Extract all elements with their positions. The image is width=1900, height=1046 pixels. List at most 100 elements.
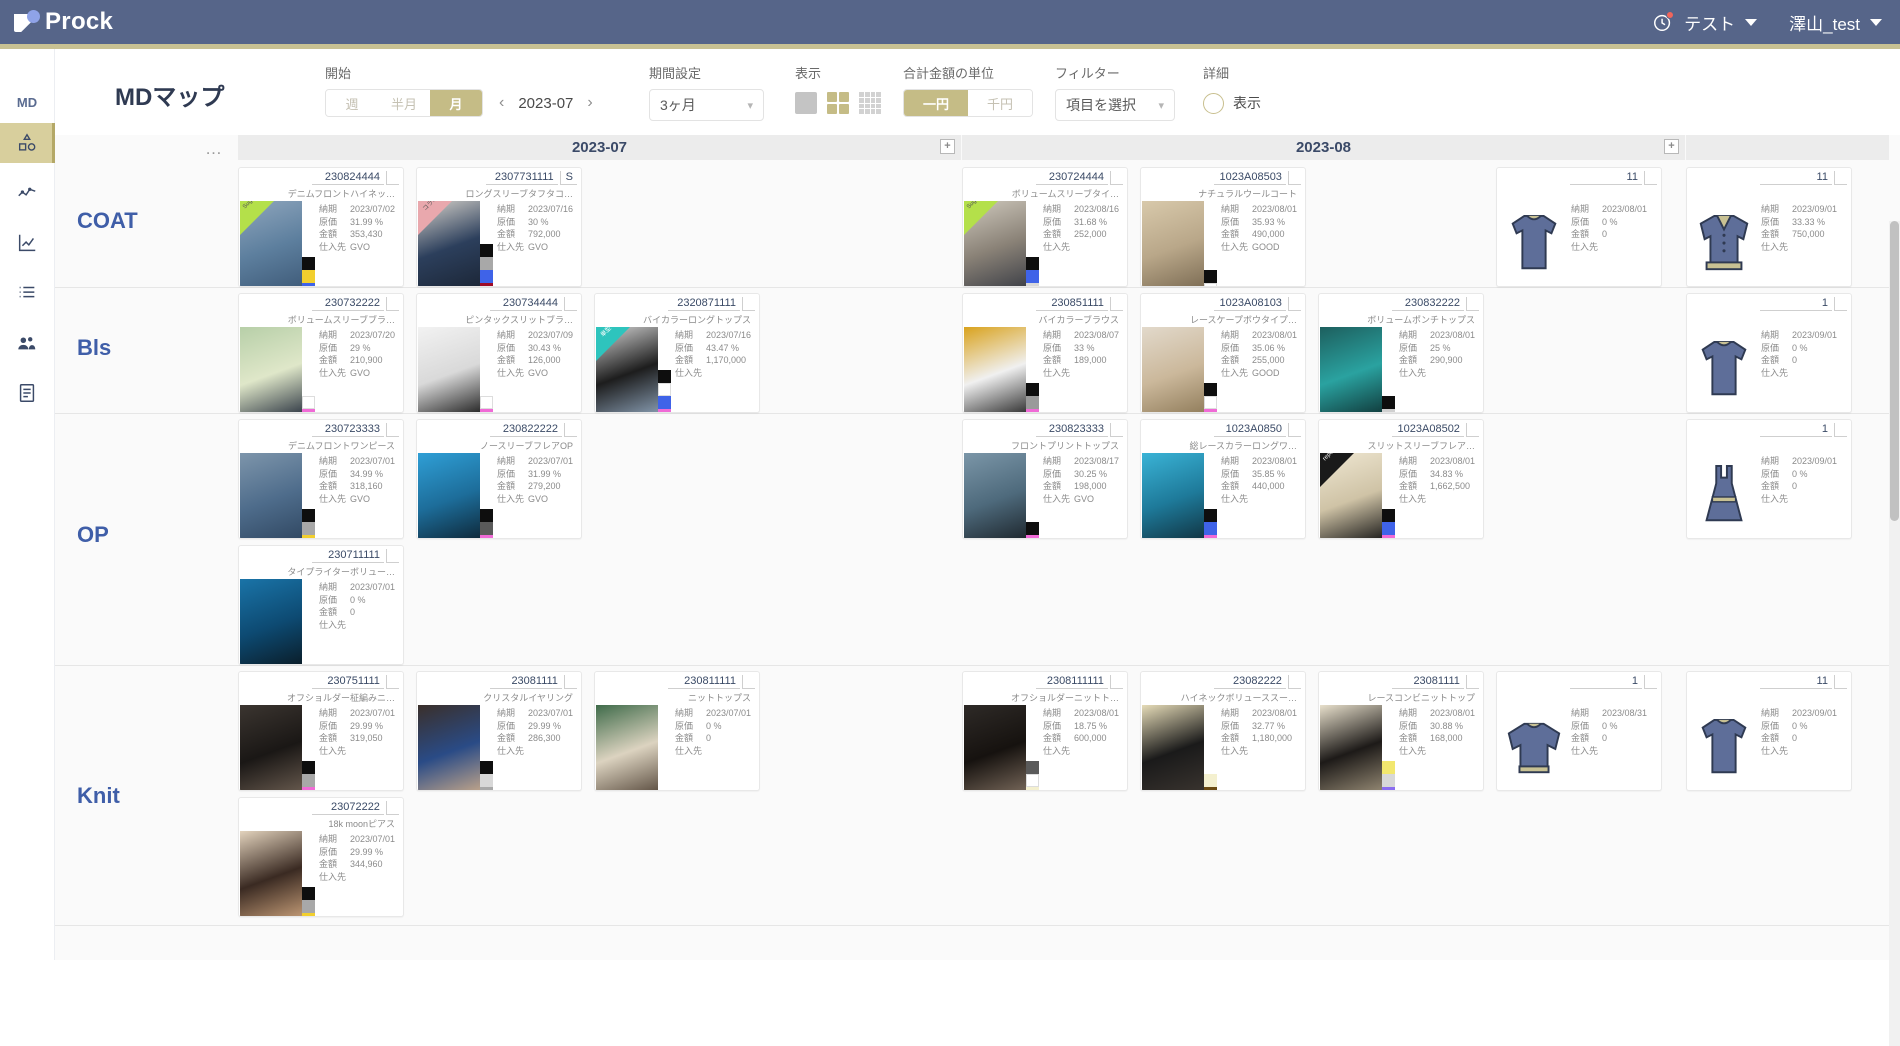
field-label-supplier: 仕入先 [319,367,347,378]
filter-select[interactable]: 項目を選択 ▾ [1055,89,1175,121]
single-view-icon[interactable] [795,92,817,114]
product-thumbnail[interactable] [1320,705,1382,790]
product-card[interactable]: 230832222 ボリュームポンチトップス 納期 2023/08/01 原価 25 %… [1318,293,1484,413]
field-value-amount: 168,000 [1430,733,1463,743]
product-card[interactable]: 2320871111 バイカラーロングトップス 単型 納期 2023/07/16 原価 4… [594,293,760,413]
product-thumbnail[interactable]: repeat [1320,453,1382,538]
product-thumbnail[interactable] [240,327,302,412]
user-menu[interactable]: 澤山_test [1789,10,1882,35]
product-card[interactable]: 11 納期 2023/08/01 原価 0 % 金額 0 仕入先 [1496,167,1662,287]
segment-halfmonth[interactable]: 半月 [378,90,430,116]
product-thumbnail[interactable] [240,453,302,538]
product-thumbnail[interactable] [964,705,1026,790]
product-title: デニムフロントワンピース [287,441,395,451]
product-card[interactable]: 230723333 デニムフロントワンピース 納期 2023/07/01 原価 34.9… [238,419,404,539]
product-thumbnail[interactable] [240,579,302,664]
card-fields: 納期 2023/08/01 原価 35.06 % 金額 255,000 仕入先 GOOD [1221,329,1301,379]
product-card[interactable]: 2307731111 S ロングスリーブタフタコ… コラボ 納期 2023/07/16 原価… [416,167,582,287]
product-thumbnail[interactable] [1142,453,1204,538]
field-label-supplier: 仕入先 [319,493,347,504]
grid-view-icon[interactable] [827,92,849,114]
unit-yen[interactable]: 一円 [904,90,968,116]
product-thumbnail[interactable]: 単型 [596,327,658,412]
chevron-down-icon[interactable] [1745,18,1758,26]
sidebar-item-document[interactable] [0,373,55,413]
field-value-cost: 29.99 % [350,846,384,857]
product-card[interactable]: 11 納期 2023/09/01 原価 33.33 % 金額 750,000 仕入先 [1686,167,1852,287]
product-badge [385,675,399,689]
product-card[interactable]: 1 納期 2023/09/01 原価 0 % 金額 0 仕入先 [1686,293,1852,413]
product-card[interactable]: 1023A08503 ナチュラルウールコート 納期 2023/08/01 原価 35.9… [1140,167,1306,287]
chevron-right-icon[interactable]: › [587,95,592,111]
field-label-cost: 原価 [319,720,338,731]
product-card[interactable]: 1023A08103 レースケープボウタイプ… 納期 2023/08/01 原価 35.… [1140,293,1306,413]
product-card[interactable]: 23081111 レースコンビニットトップ 納期 2023/08/01 原価 30.88… [1318,671,1484,791]
dense-view-icon[interactable] [859,92,881,114]
plus-icon[interactable]: + [940,139,955,154]
product-card[interactable]: 23082222 ハイネックボリューススー… 納期 2023/08/01 原価 32.7… [1140,671,1306,791]
product-thumbnail[interactable] [1142,201,1204,286]
product-card[interactable]: 1023A0850 総レースカラーロングワ… 納期 2023/08/01 原価 35.8… [1140,419,1306,539]
product-thumbnail[interactable] [418,453,480,538]
color-swatches [1026,383,1039,412]
chevron-down-icon: ▾ [1158,99,1164,112]
color-swatches [1204,509,1217,538]
product-thumbnail[interactable] [1142,327,1204,412]
overflow-dots[interactable]: … [205,139,224,159]
scrollbar-thumb[interactable] [1890,221,1899,521]
product-card[interactable]: 230751111 オフショルダー柾編みニ… 納期 2023/07/01 原価 29.9… [238,671,404,791]
product-card[interactable]: 23081111 クリスタルイヤリング 納期 2023/07/01 原価 29.99 %… [416,671,582,791]
detail-toggle-row[interactable]: 表示 [1203,89,1261,117]
field-value-amount: 750,000 [1792,229,1825,239]
sidebar-item-scatter[interactable] [0,173,55,213]
detail-toggle[interactable] [1203,92,1224,114]
amount-unit-segment[interactable]: 一円 千円 [903,89,1033,117]
product-thumbnail[interactable] [240,831,302,916]
sidebar-item-md[interactable]: MD [0,81,55,123]
field-label-due: 納期 [1043,204,1062,214]
product-card[interactable]: 1023A08502 スリットスリーブフレア… repeat 納期 2023/08/0… [1318,419,1484,539]
brand-logo-area[interactable]: Prock [14,8,113,36]
clock-alert-icon[interactable] [1652,11,1675,33]
product-card[interactable]: 2308111111 オフショルダーニットト… 納期 2023/08/01 原価 18.… [962,671,1128,791]
product-card[interactable]: 230822222 ノースリーブフレアOP 納期 2023/07/01 原価 31.99… [416,419,582,539]
product-card[interactable]: 1 納期 2023/08/31 原価 0 % 金額 0 仕入先 [1496,671,1662,791]
product-thumbnail[interactable] [964,327,1026,412]
vertical-scrollbar[interactable] [1889,221,1900,1046]
product-thumbnail[interactable] [1320,327,1382,412]
sidebar-item-md-map[interactable] [0,123,55,163]
product-thumbnail[interactable]: Suga… [964,201,1026,286]
notification-menu[interactable]: テスト [1652,10,1758,35]
product-card[interactable]: 11 納期 2023/09/01 原価 0 % 金額 0 仕入先 [1686,671,1852,791]
product-card[interactable]: 230811111 ニットトップス 納期 2023/07/01 原価 0 % 金額 0 仕入先 [594,671,760,791]
product-thumbnail[interactable]: コラボ [418,201,480,286]
period-setting-select[interactable]: 3ヶ月 ▾ [649,89,764,121]
product-card[interactable]: 23072222 18k moonピアス 納期 2023/07/01 原価 29.99 … [238,797,404,917]
product-card[interactable]: 230732222 ボリュームスリーブブラ… 納期 2023/07/20 原価 29 %… [238,293,404,413]
product-card[interactable]: 230711111 タイプライターボリュー… 納期 2023/07/01 原価 0 % 金… [238,545,404,665]
product-card[interactable]: 230823333 フロントプリントトップス 納期 2023/08/17 原価 30.2… [962,419,1128,539]
sidebar-item-members[interactable] [0,323,55,363]
product-thumbnail[interactable] [418,705,480,790]
product-thumbnail[interactable] [418,327,480,412]
product-thumbnail[interactable] [1142,705,1204,790]
chevron-left-icon[interactable]: ‹ [499,95,504,111]
product-thumbnail[interactable] [240,705,302,790]
period-segment-control[interactable]: 週 半月 月 [325,89,483,117]
product-thumbnail[interactable] [964,453,1026,538]
segment-month[interactable]: 月 [430,90,482,116]
chevron-down-icon[interactable] [1870,18,1882,26]
segment-week[interactable]: 週 [326,90,378,116]
product-card[interactable]: 230851111 バイカラーブラウス 納期 2023/08/07 原価 33 % 金額 1… [962,293,1128,413]
product-card[interactable]: 230734444 ピンタックスリットブラ… 納期 2023/07/09 原価 30.4… [416,293,582,413]
sidebar-item-trend[interactable] [0,223,55,263]
unit-thousand-yen[interactable]: 千円 [968,90,1032,116]
product-card[interactable]: 1 納期 2023/09/01 原価 0 % 金額 0 仕入先 [1686,419,1852,539]
plus-icon[interactable]: + [1664,139,1679,154]
product-card[interactable]: 230824444 デニムフロントハイネッ… Suga… 納期 2023/07/02 原… [238,167,404,287]
sidebar-item-list[interactable] [0,273,55,313]
field-value-amount: 0 [1602,733,1608,743]
product-card[interactable]: 230724444 ボリュームスリーブタイ… Suga… 納期 2023/08/16 原… [962,167,1128,287]
product-thumbnail[interactable] [596,705,658,790]
product-thumbnail[interactable]: Suga… [240,201,302,286]
